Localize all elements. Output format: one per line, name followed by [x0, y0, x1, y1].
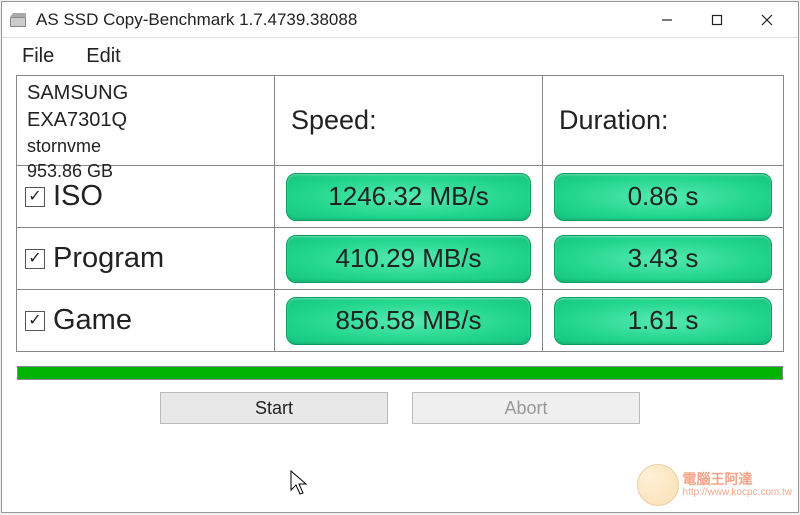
- device-vendor: SAMSUNG: [27, 82, 128, 105]
- window-controls: [642, 2, 792, 37]
- game-speed: 856.58 MB/s: [286, 297, 531, 345]
- test-label: ✓ Game: [25, 304, 132, 337]
- app-icon: [8, 10, 28, 30]
- test-row-program: ✓ Program 410.29 MB/s 3.43 s: [17, 228, 783, 290]
- device-info: SAMSUNG EXA7301Q stornvme 953.86 GB: [17, 76, 275, 165]
- device-model: EXA7301Q: [27, 109, 127, 132]
- maximize-button[interactable]: [692, 2, 742, 38]
- results-table: SAMSUNG EXA7301Q stornvme 953.86 GB Spee…: [16, 75, 784, 352]
- minimize-button[interactable]: [642, 2, 692, 38]
- program-duration: 3.43 s: [554, 235, 772, 283]
- speed-header: Speed:: [283, 105, 377, 136]
- abort-button: Abort: [412, 392, 640, 424]
- iso-checkbox[interactable]: ✓: [25, 187, 45, 207]
- app-window: AS SSD Copy-Benchmark 1.7.4739.38088 Fil…: [1, 1, 799, 513]
- test-name: Program: [53, 242, 164, 275]
- progress-bar: [17, 366, 783, 380]
- duration-cell: 1.61 s: [543, 290, 783, 351]
- speed-cell: 856.58 MB/s: [275, 290, 543, 351]
- test-cell-game: ✓ Game: [17, 290, 275, 351]
- menu-edit[interactable]: Edit: [76, 43, 130, 70]
- iso-duration: 0.86 s: [554, 173, 772, 221]
- menubar: File Edit: [2, 38, 798, 75]
- program-speed: 410.29 MB/s: [286, 235, 531, 283]
- header-row: SAMSUNG EXA7301Q stornvme 953.86 GB Spee…: [17, 76, 783, 166]
- test-cell-iso: ✓ ISO: [17, 166, 275, 227]
- test-name: Game: [53, 304, 132, 337]
- test-cell-program: ✓ Program: [17, 228, 275, 289]
- device-driver: stornvme: [27, 136, 101, 157]
- game-duration: 1.61 s: [554, 297, 772, 345]
- menu-file[interactable]: File: [12, 43, 64, 70]
- duration-header-cell: Duration:: [543, 76, 783, 165]
- duration-header: Duration:: [551, 105, 669, 136]
- start-button[interactable]: Start: [160, 392, 388, 424]
- test-row-iso: ✓ ISO 1246.32 MB/s 0.86 s: [17, 166, 783, 228]
- close-button[interactable]: [742, 2, 792, 38]
- speed-cell: 410.29 MB/s: [275, 228, 543, 289]
- test-label: ✓ ISO: [25, 180, 103, 213]
- test-label: ✓ Program: [25, 242, 164, 275]
- speed-cell: 1246.32 MB/s: [275, 166, 543, 227]
- duration-cell: 0.86 s: [543, 166, 783, 227]
- window-title: AS SSD Copy-Benchmark 1.7.4739.38088: [36, 10, 642, 30]
- titlebar: AS SSD Copy-Benchmark 1.7.4739.38088: [2, 2, 798, 38]
- test-name: ISO: [53, 180, 103, 213]
- button-row: Start Abort: [2, 392, 798, 424]
- program-checkbox[interactable]: ✓: [25, 249, 45, 269]
- iso-speed: 1246.32 MB/s: [286, 173, 531, 221]
- speed-header-cell: Speed:: [275, 76, 543, 165]
- duration-cell: 3.43 s: [543, 228, 783, 289]
- game-checkbox[interactable]: ✓: [25, 311, 45, 331]
- test-row-game: ✓ Game 856.58 MB/s 1.61 s: [17, 290, 783, 352]
